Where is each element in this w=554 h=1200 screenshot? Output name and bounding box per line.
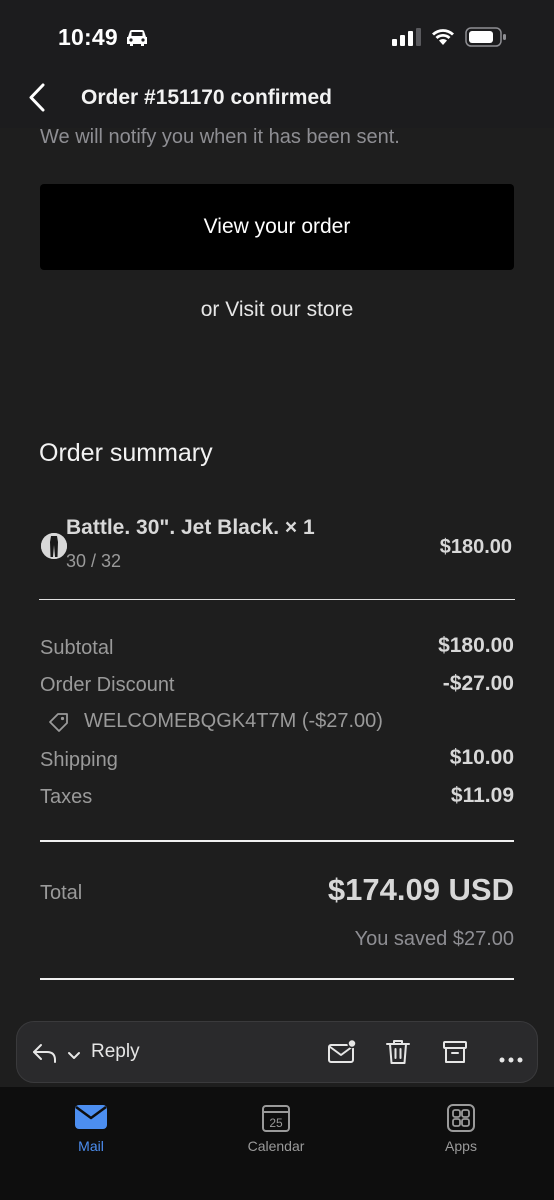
message-action-bar: Reply — [16, 1021, 538, 1083]
discount-code: WELCOMEBQGK4T7M (-$27.00) — [48, 710, 383, 733]
item-price: $180.00 — [439, 536, 512, 558]
order-summary-title: Order summary — [39, 439, 213, 467]
mark-unread-icon[interactable] — [327, 1038, 357, 1071]
chevron-down-icon[interactable] — [67, 1048, 81, 1066]
notify-text: We will notify you when it has been sent… — [40, 126, 400, 148]
status-bar: 10:49 — [0, 0, 554, 70]
total-value: $174.09 USD — [327, 872, 514, 907]
reply-button[interactable]: Reply — [91, 1041, 140, 1063]
page-title: Order #151170 confirmed — [81, 86, 332, 109]
tab-apps-label: Apps — [445, 1138, 477, 1154]
signal-icon — [392, 28, 422, 51]
tab-mail-label: Mail — [78, 1138, 104, 1154]
taxes-label: Taxes — [40, 786, 93, 808]
wifi-icon — [430, 26, 456, 51]
tab-calendar[interactable]: 25 Calendar — [216, 1087, 336, 1167]
item-divider — [39, 599, 515, 600]
archive-icon[interactable] — [442, 1039, 468, 1070]
totals-divider — [40, 840, 514, 842]
view-order-button[interactable]: View your order — [40, 184, 514, 270]
email-body[interactable]: We will notify you when it has been sent… — [0, 126, 554, 1128]
total-divider — [40, 978, 514, 980]
mail-icon — [75, 1105, 107, 1129]
tab-apps[interactable]: Apps — [401, 1087, 521, 1167]
item-name: Battle. 30". Jet Black. × 1 — [66, 516, 315, 539]
back-icon[interactable] — [26, 82, 48, 119]
total-label: Total — [40, 882, 83, 904]
visit-store-prefix: or — [200, 298, 226, 321]
product-thumbnail — [41, 533, 67, 559]
tab-mail[interactable]: Mail — [31, 1087, 151, 1167]
subtotal-label: Subtotal — [40, 637, 114, 659]
tab-calendar-label: Calendar — [247, 1138, 305, 1154]
subtotal-value: $180.00 — [438, 634, 514, 657]
taxes-value: $11.09 — [450, 784, 514, 807]
apps-icon — [447, 1104, 475, 1132]
status-time: 10:49 — [58, 24, 118, 50]
shipping-label: Shipping — [40, 749, 118, 771]
nav-header: Order #151170 confirmed — [0, 70, 554, 128]
visit-store-link[interactable]: Visit our store — [225, 298, 353, 321]
visit-store-line: or Visit our store — [0, 298, 554, 322]
tab-bar: Mail 25 Calendar Apps — [0, 1087, 554, 1200]
discount-value: -$27.00 — [442, 672, 514, 695]
saved-text: You saved $27.00 — [354, 928, 514, 950]
calendar-icon: 25 — [262, 1105, 290, 1132]
car-icon — [125, 28, 149, 53]
calendar-day: 25 — [269, 1116, 283, 1130]
discount-label: Order Discount — [40, 674, 175, 696]
tag-icon — [49, 712, 68, 732]
reply-icon[interactable] — [32, 1041, 58, 1070]
shipping-value: $10.00 — [449, 746, 514, 769]
discount-code-text: WELCOMEBQGK4T7M (-$27.00) — [84, 710, 383, 732]
item-variant: 30 / 32 — [66, 551, 122, 571]
battery-icon — [465, 26, 507, 53]
more-icon[interactable] — [499, 1050, 523, 1068]
trash-icon[interactable] — [385, 1038, 411, 1071]
